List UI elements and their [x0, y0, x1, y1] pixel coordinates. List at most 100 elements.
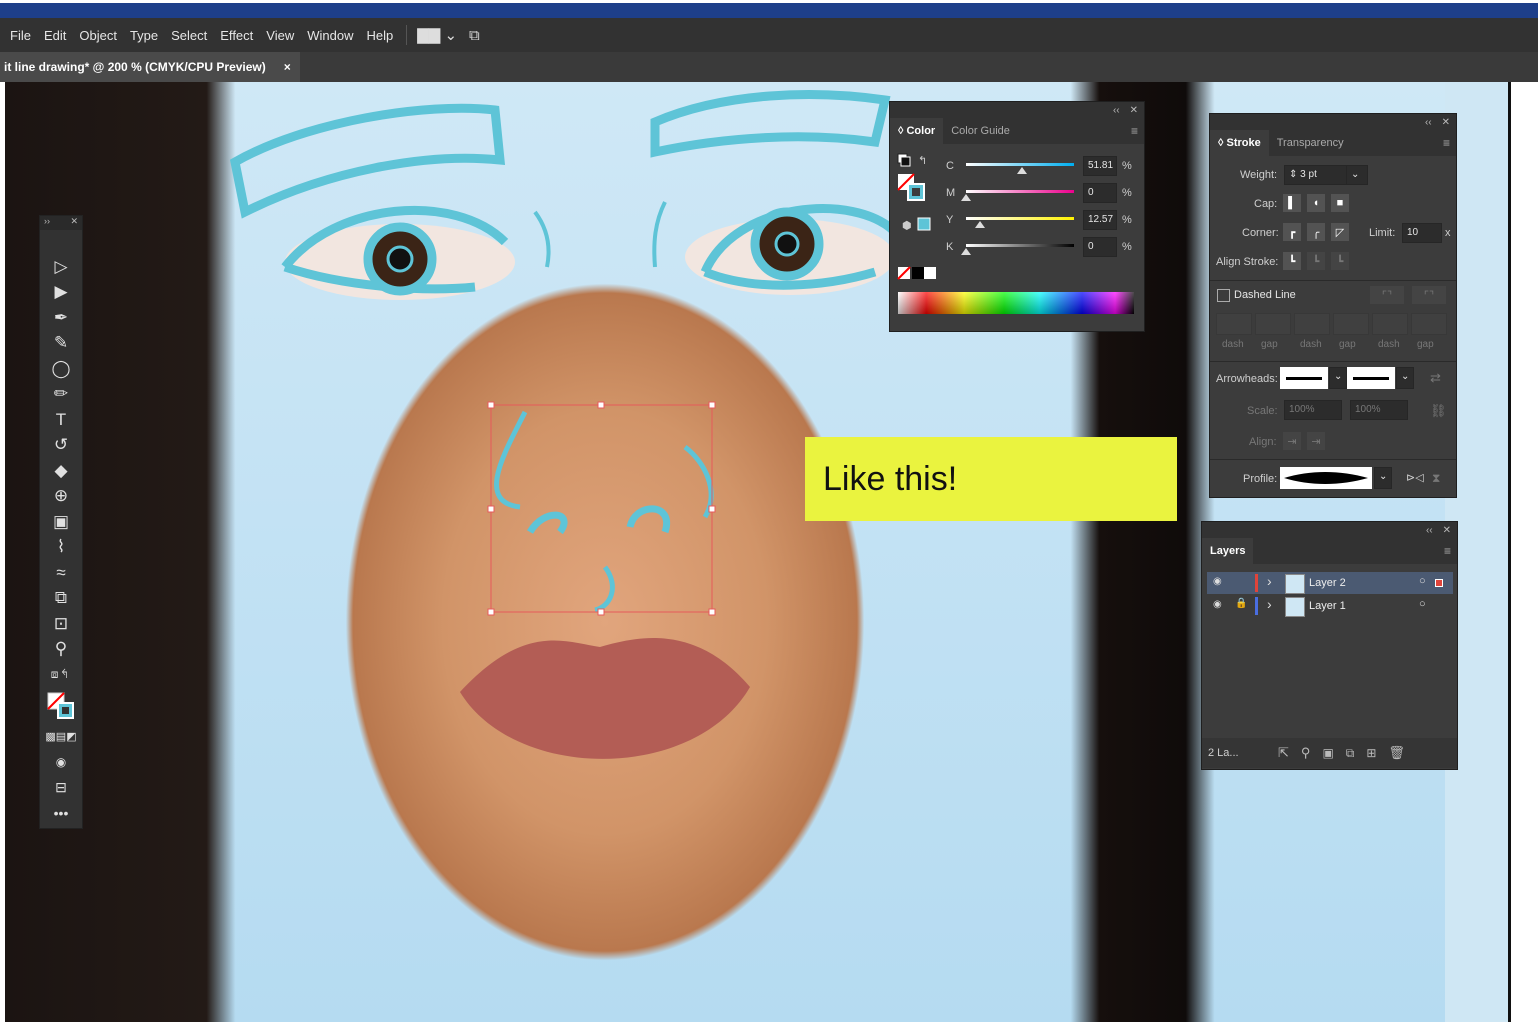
ellipse-tool-icon[interactable]: ◯: [40, 356, 82, 382]
rotate-tool-icon[interactable]: ↺: [40, 433, 82, 459]
panel-menu-icon[interactable]: ≡: [1443, 136, 1450, 150]
start-arrowhead-select[interactable]: [1280, 367, 1328, 389]
stroke-weight-field[interactable]: ⇕ 3 pt: [1284, 165, 1350, 185]
eyedropper-tool-icon[interactable]: ⌇: [40, 535, 82, 561]
close-icon[interactable]: ✕: [1442, 117, 1450, 128]
close-icon[interactable]: ✕: [1443, 525, 1451, 536]
collapse-icon[interactable]: ››: [44, 216, 50, 230]
pen-tool-icon[interactable]: ✒: [40, 305, 82, 331]
channel-slider-c[interactable]: [966, 163, 1074, 174]
dashed-line-checkbox[interactable]: [1217, 289, 1230, 302]
symbol-sprayer-tool-icon[interactable]: ⧉: [40, 586, 82, 612]
selection-handle[interactable]: [597, 401, 605, 409]
round-cap-icon[interactable]: ◖: [1307, 194, 1325, 212]
stepper-icon[interactable]: ⇕: [1289, 169, 1300, 180]
panel-menu-icon[interactable]: ≡: [1131, 124, 1138, 138]
menu-effect[interactable]: Effect: [220, 28, 253, 43]
create-layer-icon[interactable]: ⊞: [1366, 746, 1376, 760]
target-circle-icon[interactable]: ○: [1419, 598, 1426, 610]
selection-handle[interactable]: [487, 608, 495, 616]
flip-across-icon[interactable]: ⧗: [1432, 471, 1440, 486]
menu-type[interactable]: Type: [130, 28, 158, 43]
menu-select[interactable]: Select: [171, 28, 207, 43]
selection-handle[interactable]: [487, 505, 495, 513]
target-circle-icon[interactable]: ○: [1419, 575, 1426, 587]
arrow-tip-beyond-icon[interactable]: ⇥: [1283, 432, 1301, 450]
end-scale-field[interactable]: 100%: [1350, 400, 1408, 420]
screen-mode-icon[interactable]: ⊟: [40, 775, 82, 801]
edit-toolbar-icon[interactable]: •••: [40, 800, 82, 826]
tab-stroke[interactable]: ◊ Stroke: [1210, 130, 1269, 156]
width-profile-select[interactable]: [1280, 467, 1372, 489]
menu-file[interactable]: File: [10, 28, 31, 43]
weight-dropdown-chevron-icon[interactable]: ⌄: [1346, 165, 1368, 185]
miter-join-icon[interactable]: ┏: [1283, 223, 1301, 241]
butt-cap-icon[interactable]: ▌: [1283, 194, 1301, 212]
layer-name[interactable]: Layer 2: [1309, 577, 1346, 589]
delete-layer-icon[interactable]: 🗑: [1388, 745, 1405, 761]
workspace-switcher-icon[interactable]: ▇▇ ⌄: [417, 26, 457, 44]
align-outside-icon[interactable]: ┗: [1331, 252, 1349, 270]
eyebrow-left-outline[interactable]: [229, 103, 506, 219]
dash-gap-field[interactable]: [1294, 313, 1330, 335]
lock-icon[interactable]: 🔒: [1235, 598, 1247, 609]
channel-slider-k[interactable]: [961, 244, 1074, 255]
nose-right-line[interactable]: [683, 445, 714, 519]
channel-value-field[interactable]: 0: [1083, 183, 1117, 203]
slider-thumb[interactable]: [974, 221, 985, 228]
layer-row[interactable]: ◉ 🔒 › Layer 1 ○: [1207, 595, 1453, 617]
start-scale-field[interactable]: 100%: [1284, 400, 1342, 420]
chevron-down-icon[interactable]: ⌄: [1374, 467, 1392, 489]
gradient-tool-icon[interactable]: ▣: [40, 509, 82, 535]
swap-fill-stroke-icon[interactable]: ⧈ ↰: [40, 662, 82, 688]
menu-view[interactable]: View: [266, 28, 294, 43]
visibility-eye-icon[interactable]: ◉: [1213, 599, 1222, 610]
selection-handle[interactable]: [597, 608, 605, 616]
end-arrowhead-select[interactable]: [1347, 367, 1395, 389]
collapse-icon[interactable]: ‹‹: [1113, 105, 1120, 116]
selection-bounding-box[interactable]: [490, 404, 713, 613]
expand-chevron-icon[interactable]: ›: [1267, 573, 1272, 589]
menu-object[interactable]: Object: [79, 28, 117, 43]
panel-menu-icon[interactable]: ≡: [1444, 544, 1451, 558]
shape-builder-tool-icon[interactable]: ⊕: [40, 484, 82, 510]
slider-thumb[interactable]: [1016, 167, 1027, 174]
pencil-tool-icon[interactable]: ✏: [40, 382, 82, 408]
dash-gap-field[interactable]: [1372, 313, 1408, 335]
layer-name[interactable]: Layer 1: [1309, 600, 1346, 612]
dash-gap-field[interactable]: [1411, 313, 1447, 335]
menu-help[interactable]: Help: [366, 28, 393, 43]
draw-mode-icon[interactable]: ◉: [40, 749, 82, 775]
direct-selection-tool-icon[interactable]: ▶: [40, 280, 82, 306]
artboard-tool-icon[interactable]: ⊡: [40, 611, 82, 637]
bevel-join-icon[interactable]: ◸: [1331, 223, 1349, 241]
arrange-documents-icon[interactable]: ⧉: [469, 27, 480, 44]
layer-row[interactable]: ◉ › Layer 2 ○: [1207, 572, 1453, 594]
create-sublayer-icon[interactable]: ⧉: [1346, 746, 1355, 761]
dash-gap-field[interactable]: [1333, 313, 1369, 335]
round-join-icon[interactable]: ╭: [1307, 223, 1325, 241]
arrow-tip-end-icon[interactable]: ⇥: [1307, 432, 1325, 450]
color-fill-stroke-swatch[interactable]: ↰ ⬢: [896, 152, 936, 282]
slider-thumb[interactable]: [961, 248, 971, 255]
make-clipping-mask-icon[interactable]: ▣: [1322, 746, 1333, 760]
dash-align-corners-icon[interactable]: ⌜⌝: [1370, 286, 1404, 304]
miter-limit-field[interactable]: 10: [1402, 223, 1442, 243]
color-spectrum[interactable]: [898, 292, 1134, 314]
nostril-left-line[interactable]: [527, 511, 568, 535]
blend-tool-icon[interactable]: ≈: [40, 560, 82, 586]
zoom-tool-icon[interactable]: ⚲: [40, 637, 82, 663]
align-inside-icon[interactable]: ┗: [1307, 252, 1325, 270]
chevron-down-icon[interactable]: ⌄: [1329, 367, 1347, 389]
channel-slider-y[interactable]: [966, 217, 1074, 228]
slider-thumb[interactable]: [961, 194, 971, 201]
selection-tool-icon[interactable]: ▷: [40, 254, 82, 280]
selection-handle[interactable]: [487, 401, 495, 409]
dash-preserve-icon[interactable]: ⌜⌝: [1412, 286, 1446, 304]
channel-value-field[interactable]: 12.57: [1083, 210, 1117, 230]
document-tab[interactable]: it line drawing* @ 200 % (CMYK/CPU Previ…: [0, 52, 300, 82]
tab-layers[interactable]: Layers: [1202, 538, 1254, 564]
menu-window[interactable]: Window: [307, 28, 353, 43]
nose-left-line[interactable]: [494, 410, 528, 510]
eyebrow-right-outline[interactable]: [650, 90, 891, 158]
